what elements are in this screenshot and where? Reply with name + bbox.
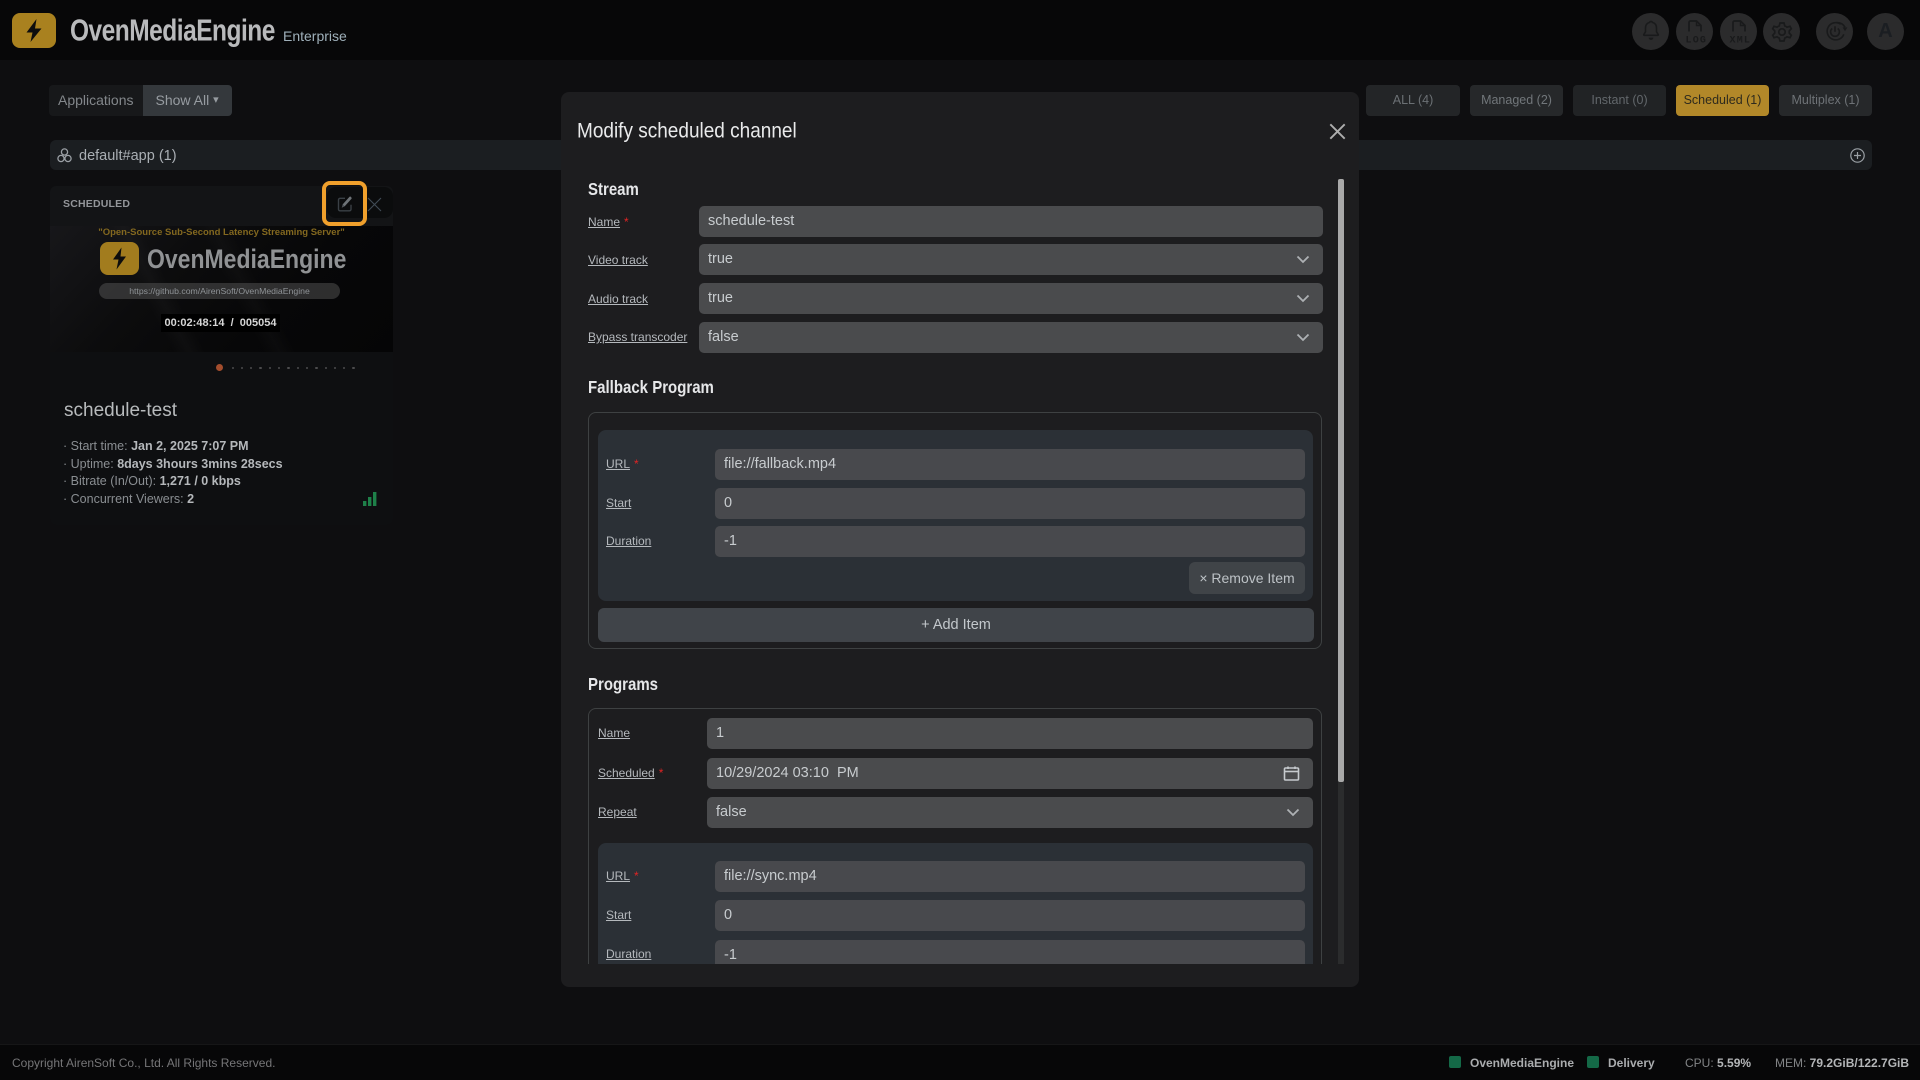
svg-text:XML: XML (1730, 36, 1752, 46)
svg-text:LOG: LOG (1686, 36, 1708, 46)
